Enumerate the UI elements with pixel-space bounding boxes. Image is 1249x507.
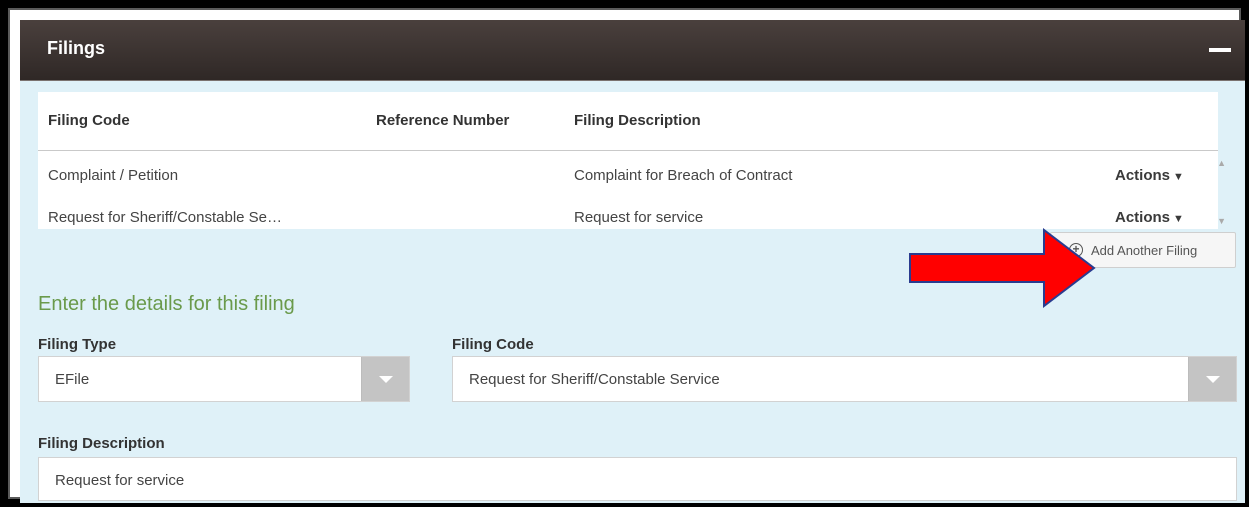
scroll-up-icon[interactable]: ▲: [1217, 158, 1226, 168]
row-filing-code: Complaint / Petition: [48, 167, 179, 184]
actions-label: Actions: [1115, 209, 1171, 226]
actions-dropdown[interactable]: Actions ▼: [1115, 209, 1184, 226]
header-divider: [38, 150, 1218, 151]
filing-code-value: Request for Sheriff/Constable Service: [469, 371, 720, 388]
filing-description-field[interactable]: Request for service: [38, 457, 1237, 501]
red-arrow-icon: [909, 228, 1096, 308]
filing-type-value: EFile: [55, 371, 90, 388]
panel-header: Filings: [20, 20, 1245, 81]
caret-down-icon: ▼: [1173, 213, 1184, 225]
filing-code-label: Filing Code: [452, 336, 534, 353]
details-section-title: Enter the details for this filing: [38, 293, 295, 315]
row-filing-description: Request for service: [574, 209, 704, 226]
column-header-filing-code: Filing Code: [48, 112, 130, 129]
chevron-down-icon: [1206, 376, 1220, 383]
add-another-filing-label: Add Another Filing: [1091, 243, 1198, 258]
chevron-down-icon: [379, 376, 393, 383]
filing-type-dropdown-button[interactable]: [361, 357, 409, 401]
panel-title: Filings: [47, 38, 105, 58]
filing-type-label: Filing Type: [38, 336, 117, 353]
row-filing-description: Complaint for Breach of Contract: [574, 167, 793, 184]
collapse-icon[interactable]: [1209, 32, 1233, 60]
filing-code-select[interactable]: Request for Sheriff/Constable Service: [452, 356, 1237, 402]
actions-dropdown[interactable]: Actions ▼: [1115, 167, 1184, 184]
column-header-filing-description: Filing Description: [574, 112, 701, 129]
caret-down-icon: ▼: [1173, 171, 1184, 183]
scroll-down-icon[interactable]: ▼: [1217, 216, 1226, 226]
filing-code-dropdown-button[interactable]: [1188, 357, 1236, 401]
row-filing-code: Request for Sheriff/Constable Se…: [48, 209, 283, 226]
column-header-reference-number: Reference Number: [376, 112, 510, 129]
filing-description-value: Request for service: [55, 472, 185, 489]
screenshot-frame: Filings Filing Code Reference Number Fil…: [0, 0, 1249, 507]
filings-panel: Filings Filing Code Reference Number Fil…: [20, 20, 1245, 503]
filing-description-label: Filing Description: [38, 435, 165, 452]
filings-table: Filing Code Reference Number Filing Desc…: [38, 92, 1226, 229]
filing-type-select[interactable]: EFile: [38, 356, 410, 402]
actions-label: Actions: [1115, 167, 1171, 184]
